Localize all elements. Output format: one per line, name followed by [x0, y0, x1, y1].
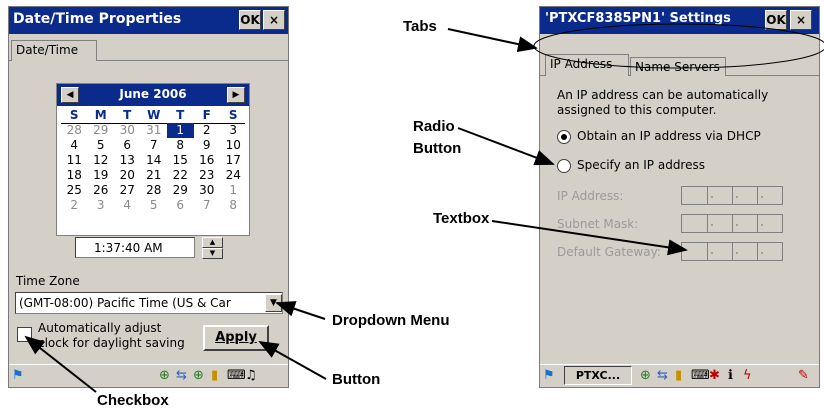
tabs-highlight-ellipse: [533, 23, 824, 69]
callout-tabs: Tabs: [403, 18, 437, 35]
dropdown-arrow: [275, 301, 326, 320]
radio-arrow: [457, 127, 555, 166]
callout-dropdown: Dropdown Menu: [332, 312, 450, 329]
checkbox-arrow: [24, 335, 97, 393]
callout-radio-line1: Radio: [413, 118, 455, 135]
textbox-arrow: [491, 220, 688, 256]
callout-radio-line2: Button: [413, 140, 462, 157]
callout-textbox: Textbox: [433, 210, 490, 227]
button-arrow: [258, 341, 327, 380]
callout-button: Button: [332, 371, 381, 388]
tabs-arrow: [447, 28, 538, 53]
callout-checkbox: Checkbox: [97, 392, 169, 409]
callout-arrows: [24, 23, 824, 393]
